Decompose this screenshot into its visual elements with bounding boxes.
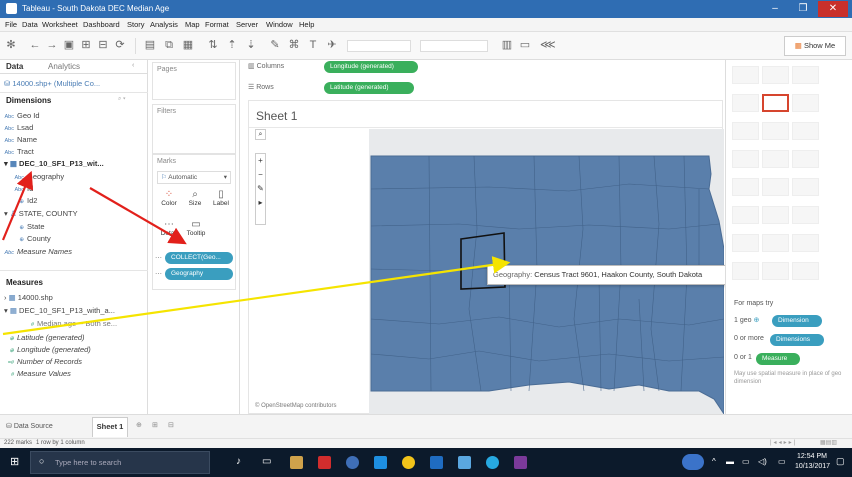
annotation-arrows (1, 170, 511, 336)
red-arrow-geography-field (1, 170, 34, 241)
yellow-arrow-tooltip (2, 256, 511, 336)
red-arrow-detail-shelf (89, 187, 187, 245)
